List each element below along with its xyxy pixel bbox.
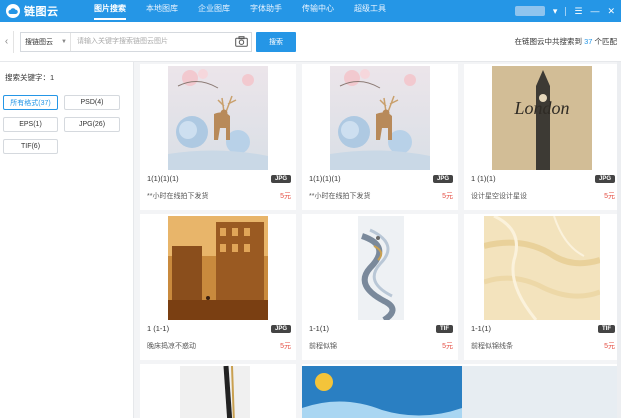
- dropdown-icon[interactable]: ▾: [553, 6, 558, 17]
- thumbnail-marble[interactable]: [484, 216, 600, 320]
- price: 5元: [604, 343, 615, 350]
- file-type-badge: TIF: [436, 324, 453, 333]
- result-prefix: 在链图云中共搜索到: [514, 37, 582, 46]
- result-card[interactable]: 1-1(1) TIF 前程似锦线条 5元: [464, 214, 620, 360]
- camera-icon[interactable]: [231, 33, 251, 51]
- format-filter-psd[interactable]: PSD(4): [64, 95, 120, 110]
- nav-transfer-center[interactable]: 传输中心: [292, 0, 344, 22]
- back-button[interactable]: ‹: [0, 30, 14, 53]
- window-controls: ▾ ☰ — ✕: [514, 6, 621, 17]
- divider: [565, 6, 567, 16]
- file-type-badge: TIF: [598, 324, 615, 333]
- main-nav: 图片搜索 本地图库 企业图库 字体助手 传输中心 超级工具: [84, 0, 396, 22]
- card-meta: 1 (1-1) JPG: [147, 324, 291, 333]
- thumbnail-london[interactable]: London: [492, 66, 592, 170]
- card-footer: 设计星空设计星设 5元: [471, 191, 615, 201]
- card-meta: 1-1(1) TIF: [471, 324, 615, 333]
- close-icon[interactable]: ✕: [607, 6, 615, 17]
- search-input[interactable]: [71, 33, 231, 50]
- price: 5元: [280, 193, 291, 200]
- search-toolbar: ‹ 搜链图云 ▼ 搜索 在链图云中共搜索到 37 个匹配: [0, 22, 621, 62]
- top-nav-bar: 链图云 图片搜索 本地图库 企业图库 字体助手 传输中心 超级工具 ▾ ☰ — …: [0, 0, 621, 22]
- thumbnail-partial: [180, 365, 250, 418]
- format-filter-tif[interactable]: TIF(6): [3, 139, 58, 154]
- search-scope-value: 搜链图云: [25, 38, 53, 46]
- description: **小时在线拍下发货: [309, 193, 371, 200]
- app-logo[interactable]: 链图云: [0, 0, 84, 22]
- nav-enterprise-library[interactable]: 企业图库: [188, 0, 240, 22]
- card-meta: 1 (1)(1) JPG: [471, 174, 615, 183]
- keyword-label: 搜索关键字：1: [5, 73, 55, 82]
- minimize-icon[interactable]: —: [590, 6, 599, 16]
- description: 前程似锦线条: [471, 343, 513, 350]
- format-filter-jpg[interactable]: JPG(26): [64, 117, 120, 132]
- thumbnail-deer[interactable]: [330, 66, 430, 170]
- chevron-left-icon: ‹: [4, 36, 9, 47]
- cloud-logo-icon: [6, 4, 20, 18]
- file-name: 1-1(1): [471, 324, 492, 333]
- format-filter-eps[interactable]: EPS(1): [3, 117, 58, 132]
- description: 晚床捣凉不惑动: [147, 343, 196, 350]
- file-type-badge: JPG: [270, 324, 291, 333]
- menu-icon[interactable]: ☰: [574, 6, 582, 17]
- result-summary: 在链图云中共搜索到 37 个匹配: [514, 36, 621, 47]
- card-footer: **小时在线拍下发货 5元: [309, 191, 453, 201]
- thumbnail-partial: [302, 366, 621, 418]
- price: 5元: [280, 343, 291, 350]
- nav-super-tools[interactable]: 超级工具: [344, 0, 396, 22]
- result-card[interactable]: 1-1(1) TIF 前程似锦 5元: [302, 214, 458, 360]
- result-card[interactable]: 1(1)(1)(1) JPG **小时在线拍下发货 5元: [140, 64, 296, 210]
- search-scope-select[interactable]: 搜链图云 ▼: [21, 32, 71, 51]
- card-footer: 前程似锦 5元: [309, 341, 453, 351]
- app-name: 链图云: [24, 6, 59, 18]
- scrollbar[interactable]: [617, 62, 621, 418]
- price: 5元: [442, 343, 453, 350]
- search-box: 搜链图云 ▼: [20, 31, 252, 52]
- thumbnail-deer[interactable]: [168, 66, 268, 170]
- result-suffix: 个匹配: [594, 37, 618, 46]
- file-name: 1(1)(1)(1): [147, 174, 179, 183]
- result-card[interactable]: 1(1)(1)(1) JPG **小时在线拍下发货 5元: [302, 64, 458, 210]
- nav-local-library[interactable]: 本地图库: [136, 0, 188, 22]
- results-grid: 1(1)(1)(1) JPG **小时在线拍下发货 5元 1(1)(1)(1) …: [138, 62, 621, 418]
- filter-sidebar: 搜索关键字：1 所有格式(37) PSD(4) EPS(1) JPG(26) T…: [0, 62, 134, 418]
- file-name: 1-1(1): [309, 324, 330, 333]
- result-card-partial[interactable]: [140, 364, 296, 418]
- card-meta: 1(1)(1)(1) JPG: [147, 174, 291, 183]
- file-type-badge: JPG: [432, 174, 453, 183]
- result-card[interactable]: London 1 (1)(1) JPG 设计星空设计星设 5元: [464, 64, 620, 210]
- result-card-partial[interactable]: [302, 364, 621, 418]
- card-meta: 1-1(1) TIF: [309, 324, 453, 333]
- price: 5元: [442, 193, 453, 200]
- search-button[interactable]: 搜索: [256, 31, 296, 52]
- file-name: 1 (1-1): [147, 324, 170, 333]
- file-name: 1(1)(1)(1): [309, 174, 341, 183]
- description: 设计星空设计星设: [471, 193, 527, 200]
- card-footer: 晚床捣凉不惑动 5元: [147, 341, 291, 351]
- thumbnail-street[interactable]: [168, 216, 268, 320]
- card-meta: 1(1)(1)(1) JPG: [309, 174, 453, 183]
- chevron-down-icon: ▼: [61, 38, 67, 45]
- result-count: 37: [584, 37, 593, 46]
- file-type-badge: JPG: [594, 174, 615, 183]
- format-filter-all[interactable]: 所有格式(37): [3, 95, 58, 110]
- result-card[interactable]: 1 (1-1) JPG 晚床捣凉不惑动 5元: [140, 214, 296, 360]
- description: **小时在线拍下发货: [147, 193, 209, 200]
- london-script-text: London: [513, 98, 569, 118]
- description: 前程似锦: [309, 343, 337, 350]
- price: 5元: [604, 193, 615, 200]
- card-footer: 前程似锦线条 5元: [471, 341, 615, 351]
- file-type-badge: JPG: [270, 174, 291, 183]
- nav-font-helper[interactable]: 字体助手: [240, 0, 292, 22]
- nav-image-search[interactable]: 图片搜索: [84, 0, 136, 22]
- thumbnail-ink-art[interactable]: [330, 216, 430, 320]
- user-avatar[interactable]: [514, 6, 545, 16]
- file-name: 1 (1)(1): [471, 174, 496, 183]
- card-footer: **小时在线拍下发货 5元: [147, 191, 291, 201]
